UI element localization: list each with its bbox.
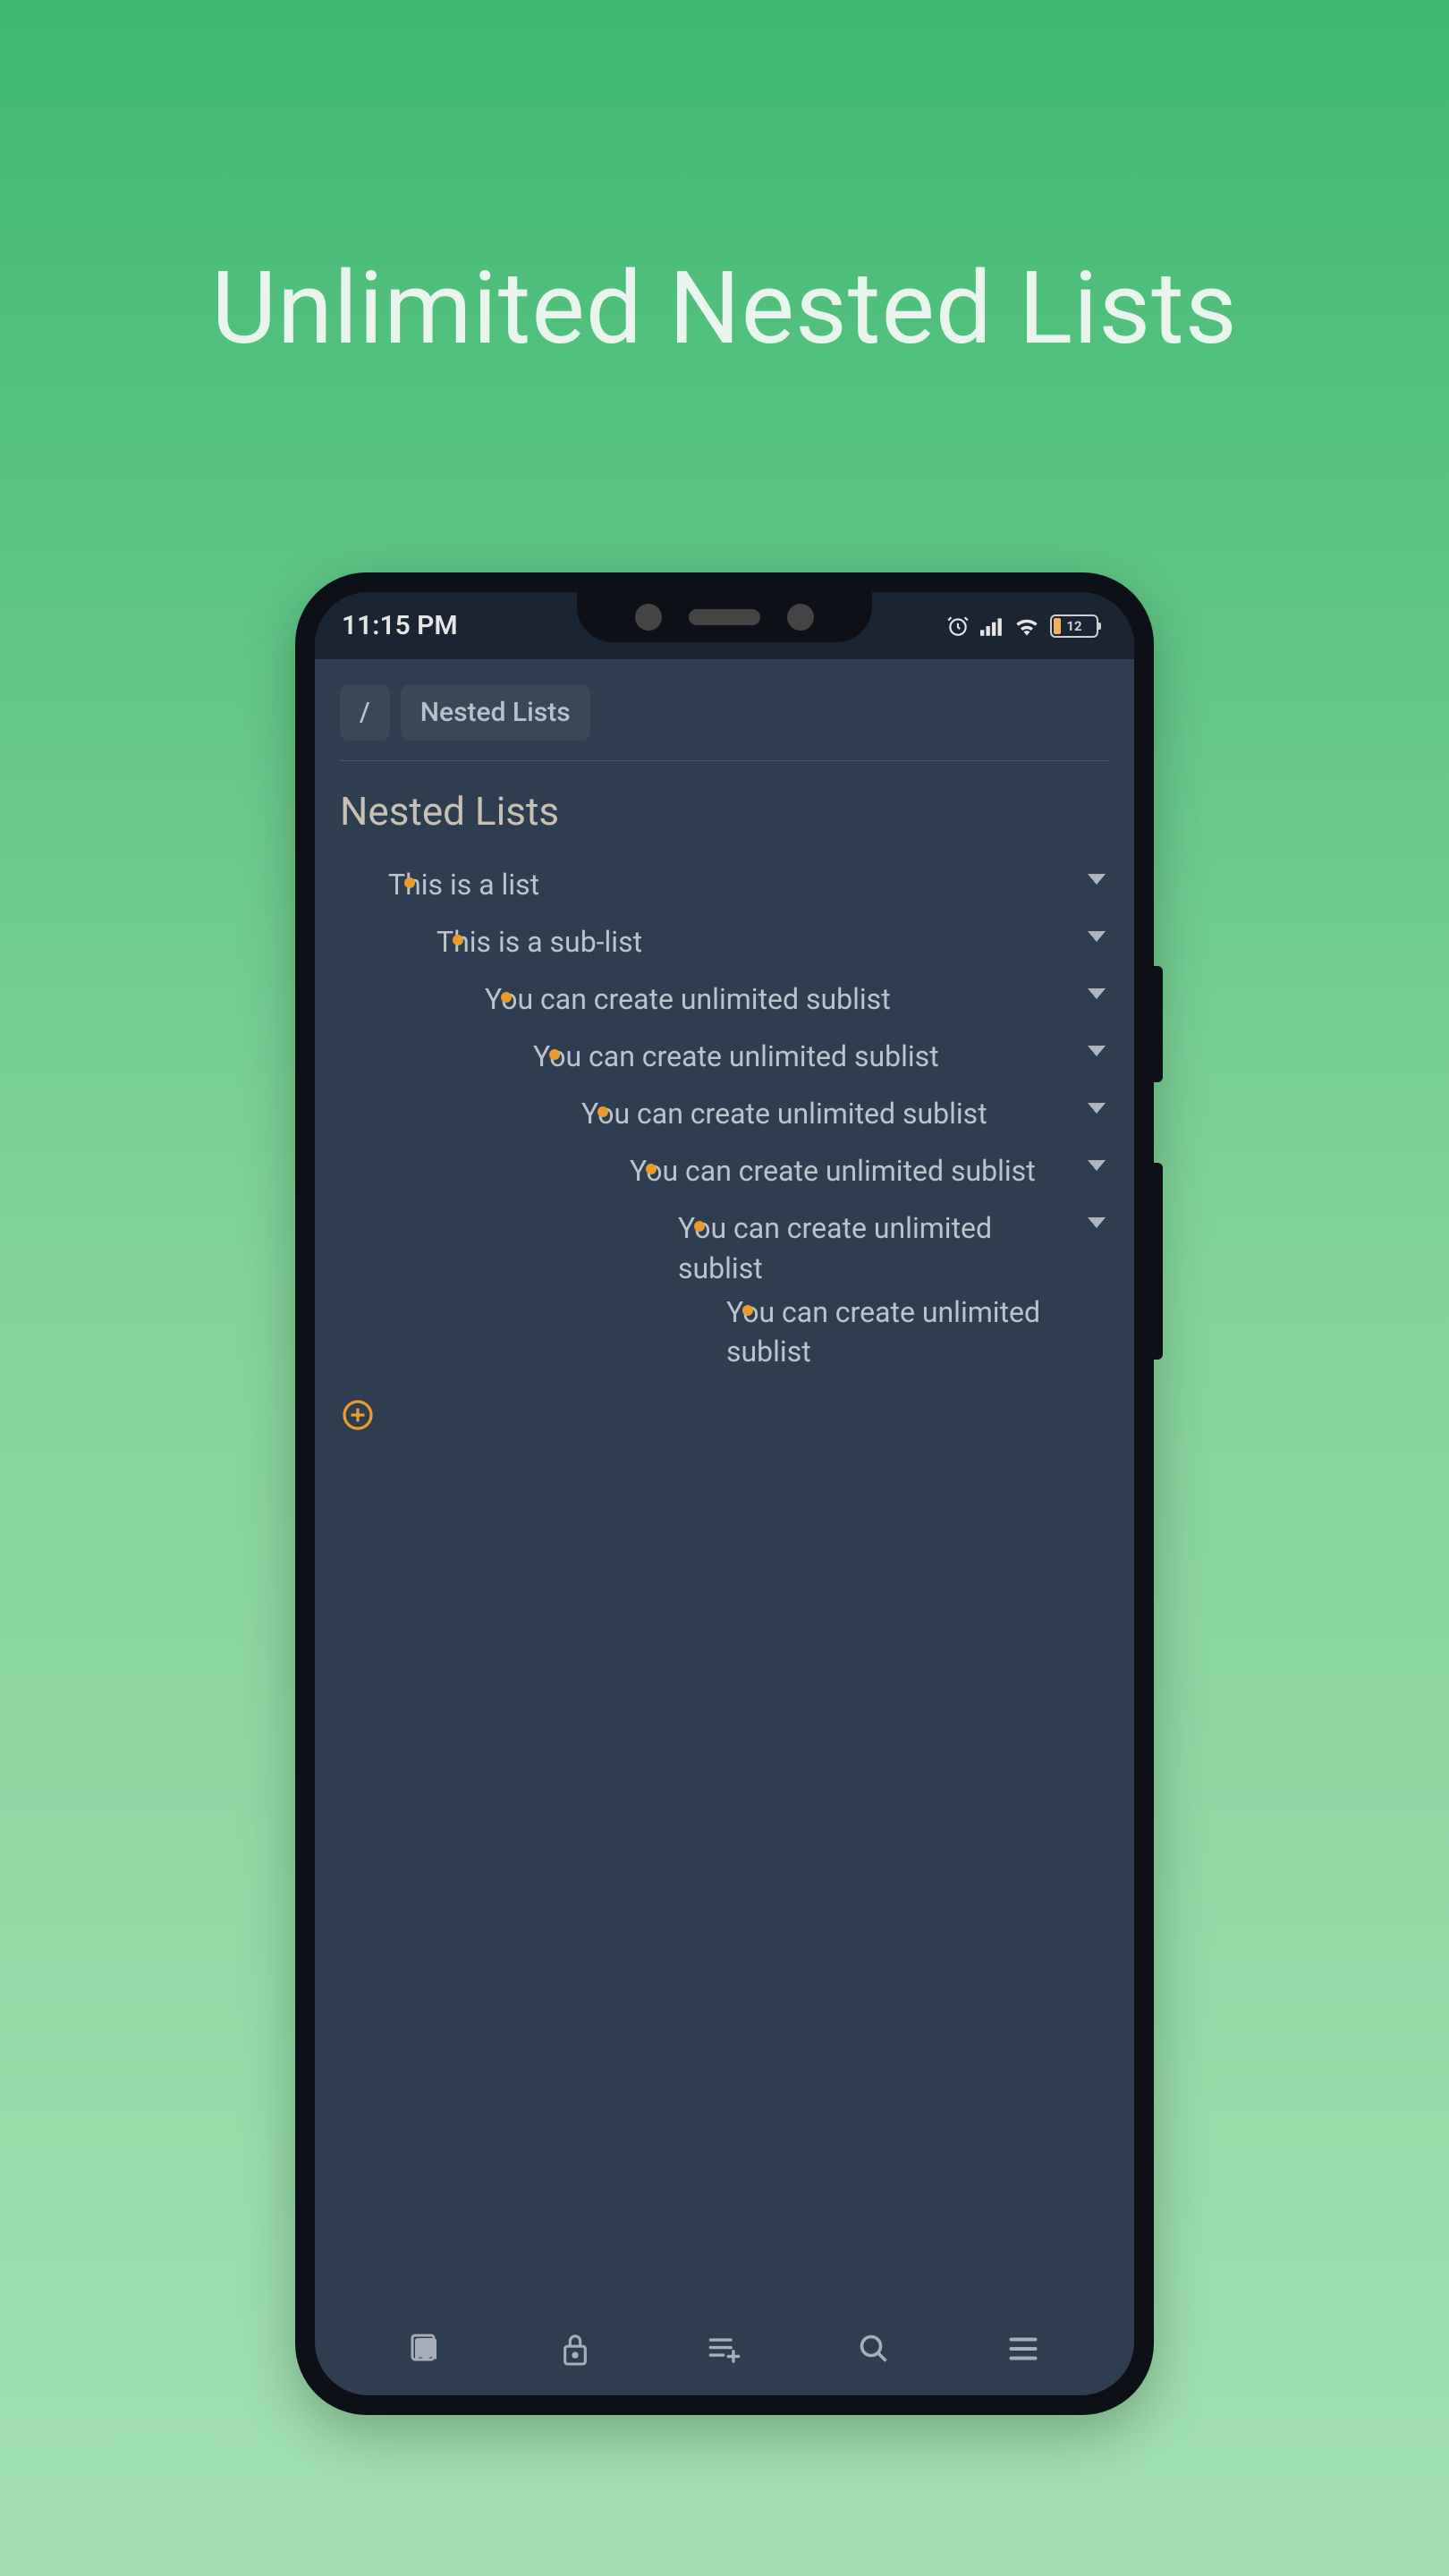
chevron-down-icon[interactable] bbox=[1088, 931, 1106, 942]
chevron-down-icon[interactable] bbox=[1088, 1160, 1106, 1171]
list-item[interactable]: This is a sub-list You can create unlimit… bbox=[388, 922, 1109, 1372]
bullet-icon bbox=[453, 935, 463, 945]
volume-button bbox=[1154, 966, 1163, 1082]
battery-icon: 12 bbox=[1050, 614, 1098, 638]
breadcrumb-current[interactable]: Nested Lists bbox=[401, 684, 590, 741]
search-icon[interactable] bbox=[855, 2330, 893, 2368]
bottom-nav bbox=[315, 2301, 1134, 2395]
breadcrumb: / Nested Lists bbox=[315, 659, 1134, 760]
menu-icon[interactable] bbox=[1004, 2330, 1042, 2368]
list-item-text: You can create unlimited sublist bbox=[533, 1037, 1109, 1077]
sensor-icon bbox=[787, 604, 814, 631]
phone-frame: 11:15 PM 12 / bbox=[295, 572, 1154, 2415]
bullet-icon bbox=[404, 877, 415, 888]
speaker-icon bbox=[689, 609, 760, 625]
list-item-text: This is a list bbox=[388, 865, 1109, 905]
battery-pct: 12 bbox=[1066, 618, 1081, 634]
display-notch bbox=[577, 592, 872, 642]
list-root: This is a list This is a sub-list You can … bbox=[340, 865, 1109, 1372]
list-item[interactable]: You can create unlimited sublistYou can … bbox=[485, 1037, 1109, 1372]
add-item-button[interactable] bbox=[342, 1399, 374, 1431]
bullet-icon bbox=[597, 1106, 608, 1117]
list-item[interactable]: You can create unlimited sublistYou can … bbox=[630, 1208, 1109, 1372]
divider bbox=[340, 760, 1109, 761]
bullet-icon bbox=[501, 992, 512, 1003]
playlist-add-icon[interactable] bbox=[706, 2330, 743, 2368]
chevron-down-icon[interactable] bbox=[1088, 1217, 1106, 1228]
chevron-down-icon[interactable] bbox=[1088, 874, 1106, 885]
list-item-text: You can create unlimited sublist bbox=[485, 979, 1109, 1020]
list-item[interactable]: This is a list This is a sub-list You can … bbox=[340, 865, 1109, 1372]
list-item-text: This is a sub-list bbox=[436, 922, 1109, 962]
marketing-title: Unlimited Nested Lists bbox=[0, 250, 1449, 368]
page-title: Nested Lists bbox=[340, 788, 1109, 835]
list-item[interactable]: You can create unlimited sublistYou can … bbox=[533, 1094, 1109, 1372]
library-icon[interactable] bbox=[407, 2330, 445, 2368]
bullet-icon bbox=[646, 1164, 657, 1174]
phone-screen: 11:15 PM 12 / bbox=[315, 592, 1134, 2395]
lock-icon[interactable] bbox=[556, 2330, 594, 2368]
power-button bbox=[1154, 1163, 1163, 1360]
wifi-icon bbox=[1014, 616, 1039, 636]
list-item[interactable]: You can create unlimited sublistYou can … bbox=[581, 1151, 1109, 1372]
chevron-down-icon[interactable] bbox=[1088, 1046, 1106, 1056]
front-camera-icon bbox=[635, 604, 662, 631]
clock-time: 11:15 PM bbox=[342, 610, 458, 641]
page-content: Nested Lists This is a list This is a sub… bbox=[315, 779, 1134, 2301]
bullet-icon bbox=[694, 1221, 705, 1232]
alarm-icon bbox=[946, 614, 970, 638]
bullet-icon bbox=[742, 1305, 753, 1316]
signal-icon bbox=[980, 616, 1004, 636]
bullet-icon bbox=[549, 1049, 560, 1060]
list-item-text: You can create unlimited sublist bbox=[630, 1151, 1109, 1191]
chevron-down-icon[interactable] bbox=[1088, 988, 1106, 999]
list-item-text: You can create unlimited sublist bbox=[726, 1292, 1109, 1373]
list-item-text: You can create unlimited sublist bbox=[678, 1208, 1109, 1289]
chevron-down-icon[interactable] bbox=[1088, 1103, 1106, 1114]
list-item[interactable]: You can create unlimited sublistYou can … bbox=[436, 979, 1109, 1372]
list-item-text: You can create unlimited sublist bbox=[581, 1094, 1109, 1134]
breadcrumb-root[interactable]: / bbox=[340, 684, 390, 741]
list-item[interactable]: You can create unlimited sublist bbox=[678, 1292, 1109, 1373]
